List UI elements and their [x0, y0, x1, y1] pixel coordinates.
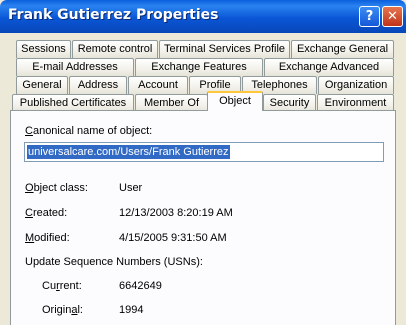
window-title: Frank Gutierrez Properties [8, 7, 219, 23]
modified-value: 4/15/2005 9:31:50 AM [119, 232, 227, 244]
tab-exchange-features[interactable]: Exchange Features [135, 58, 263, 76]
current-usn-label: Current: [42, 280, 82, 292]
tab-exchange-advanced[interactable]: Exchange Advanced [264, 58, 394, 76]
help-icon: ? [365, 9, 374, 24]
tab-email-addresses[interactable]: E-mail Addresses [16, 58, 134, 76]
current-usn-value: 6642649 [119, 280, 162, 292]
tab-terminal-services-profile[interactable]: Terminal Services Profile [159, 40, 290, 58]
tab-remote-control[interactable]: Remote control [72, 40, 158, 58]
usn-heading: Update Sequence Numbers (USNs): [25, 256, 203, 268]
tab-general[interactable]: General [16, 76, 68, 94]
properties-window: Frank Gutierrez Properties ? ✕ Sessions … [0, 0, 406, 325]
tab-object[interactable]: Object [207, 91, 263, 111]
canonical-name-field[interactable]: universalcare.com/Users/Frank Gutierrez [24, 142, 384, 162]
object-class-label: Object class: [25, 182, 88, 194]
close-button[interactable]: ✕ [382, 6, 403, 27]
canonical-name-value[interactable]: universalcare.com/Users/Frank Gutierrez [27, 145, 230, 159]
created-label: Created: [25, 207, 68, 219]
tab-organization[interactable]: Organization [318, 76, 394, 94]
tab-address[interactable]: Address [69, 76, 127, 94]
created-value: 12/13/2003 8:20:19 AM [119, 207, 233, 219]
tab-sessions[interactable]: Sessions [16, 40, 71, 58]
help-button[interactable]: ? [359, 6, 380, 27]
tab-account[interactable]: Account [128, 76, 188, 94]
modified-label: Modified: [25, 232, 70, 244]
original-usn-value: 1994 [119, 304, 144, 316]
canonical-name-label: Canonical name of object: [25, 125, 153, 137]
title-bar[interactable]: Frank Gutierrez Properties ? ✕ [0, 0, 406, 33]
object-class-value: User [119, 182, 143, 194]
original-usn-label: Original: [42, 304, 83, 316]
close-icon: ✕ [387, 9, 398, 24]
tab-exchange-general[interactable]: Exchange General [291, 40, 394, 58]
